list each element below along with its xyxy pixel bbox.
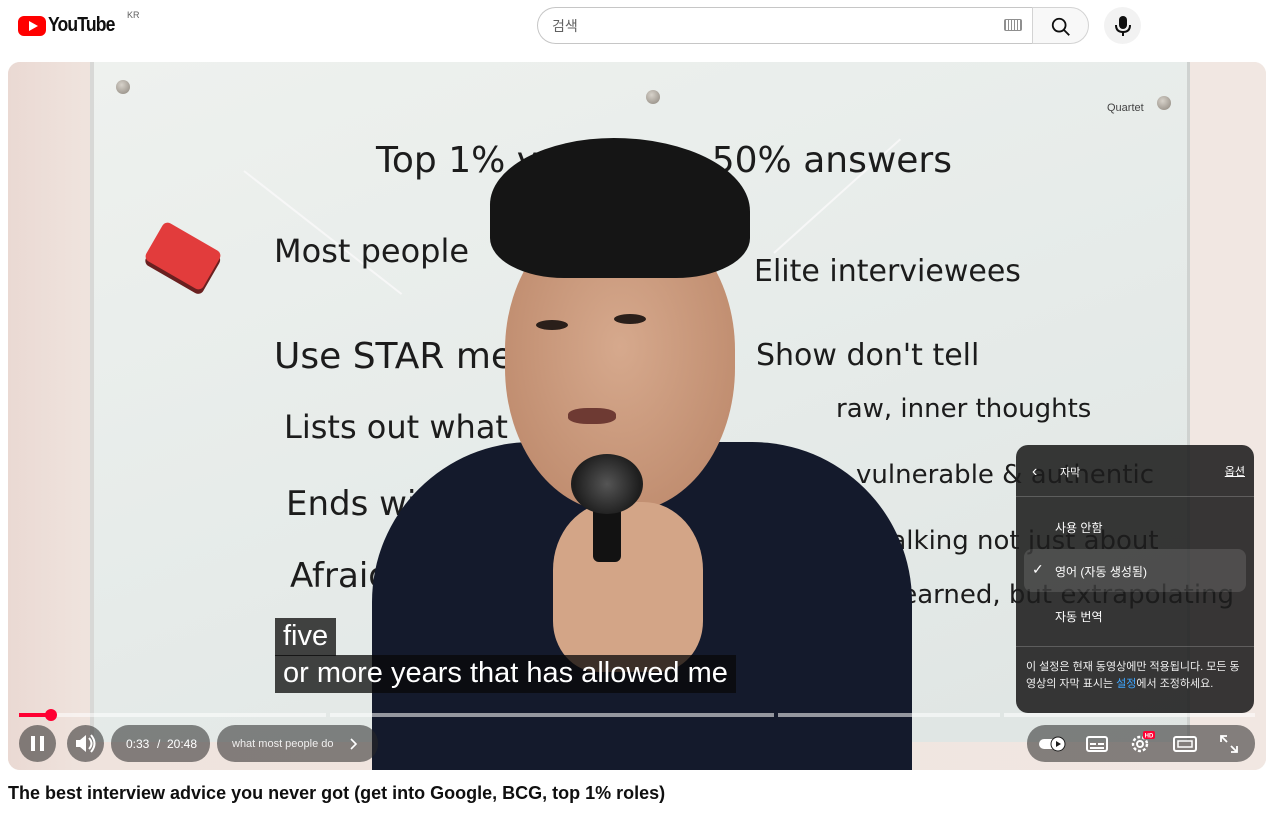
video-title: The best interview advice you never got …	[8, 783, 666, 803]
board-left-title: Most people	[274, 232, 470, 270]
panel-header: ‹ 자막 옵션	[1016, 445, 1254, 497]
pause-icon	[31, 736, 44, 751]
panel-title: 자막	[1060, 467, 1081, 479]
caption-line-1: five	[275, 618, 337, 656]
volume-button[interactable]	[67, 725, 104, 762]
board-pin	[116, 80, 130, 94]
settings-link[interactable]: 설정	[1116, 678, 1136, 690]
theater-mode-button[interactable]	[1173, 734, 1197, 759]
speaker-eye	[614, 314, 646, 324]
time-display: 0:33 / 20:48	[111, 725, 210, 762]
settings-button[interactable]: HD	[1129, 731, 1155, 760]
search-box	[537, 7, 1032, 44]
subtitle-option-label: 사용 안함	[1055, 521, 1103, 535]
options-link[interactable]: 옵션	[1225, 463, 1245, 479]
youtube-logo[interactable]: YouTube KR	[18, 10, 140, 37]
search-button[interactable]	[1032, 7, 1089, 44]
speaker-hand	[553, 502, 703, 672]
fullscreen-icon	[1220, 735, 1238, 753]
subtitle-option-label: 영어 (자동 생성됨)	[1055, 565, 1147, 579]
fullscreen-button[interactable]	[1219, 734, 1239, 759]
board-pin	[646, 90, 660, 104]
autoplay-icon	[1039, 736, 1066, 752]
board-pin	[1157, 96, 1171, 110]
speaker-hair	[490, 138, 750, 278]
checkmark-icon: ✓	[1032, 561, 1044, 577]
board-left-item: Use STAR me	[274, 336, 514, 377]
board-right-title: Elite interviewees	[754, 254, 1021, 289]
back-chevron-icon[interactable]: ‹	[1032, 463, 1037, 481]
search-input[interactable]	[552, 8, 992, 43]
speaker-eye	[536, 320, 568, 330]
search-icon	[1051, 17, 1070, 36]
board-right-item: raw, inner thoughts	[836, 394, 1092, 424]
subtitle-option-label: 자동 번역	[1055, 610, 1103, 624]
youtube-play-icon	[18, 15, 46, 36]
theater-mode-icon	[1173, 736, 1197, 752]
time-separator: /	[157, 737, 161, 751]
speaker-mouth	[568, 408, 616, 424]
country-code: KR	[127, 10, 140, 20]
microphone-windscreen	[571, 454, 643, 514]
chapter-title: what most people do	[232, 738, 334, 750]
right-controls: HD	[1027, 725, 1255, 762]
chevron-right-icon	[350, 738, 358, 750]
footer-text: 에서 조정하세요.	[1136, 678, 1214, 690]
keyboard-icon[interactable]	[1004, 19, 1022, 31]
progress-bar[interactable]	[19, 709, 1255, 721]
hd-badge: HD	[1145, 734, 1154, 740]
chapter-segment[interactable]	[778, 713, 1000, 717]
video-player[interactable]: Quartet Top 1% vs Bottom 50% answers Mos…	[8, 62, 1266, 770]
subtitles-button[interactable]	[1086, 734, 1108, 759]
panel-footer-note: 이 설정은 현재 동영상에만 적용됩니다. 모든 동영상의 자막 표시는 설정에…	[1016, 646, 1254, 693]
subtitles-settings-panel: ‹ 자막 옵션 사용 안함 ✓ 영어 (자동 생성됨) 자동 번역 이 설정은 …	[1016, 445, 1254, 713]
current-time: 0:33	[126, 737, 150, 751]
masthead: YouTube KR	[0, 0, 1280, 52]
progress-scrubber[interactable]	[45, 709, 57, 721]
autoplay-toggle[interactable]	[1039, 736, 1067, 757]
voice-search-button[interactable]	[1104, 7, 1141, 44]
pause-button[interactable]	[19, 725, 56, 762]
gear-icon: HD	[1131, 731, 1155, 753]
board-brand: Quartet	[1107, 102, 1144, 114]
microphone-icon	[1115, 16, 1131, 36]
chapter-segment[interactable]	[330, 713, 774, 717]
chapter-segment[interactable]	[19, 713, 326, 717]
caption-line-2: or more years that has allowed me	[275, 655, 736, 693]
chapter-segment[interactable]	[1004, 713, 1255, 717]
volume-icon	[76, 734, 96, 753]
subtitle-option-off[interactable]: 사용 안함	[1024, 505, 1246, 548]
subtitle-option-english-auto[interactable]: ✓ 영어 (자동 생성됨)	[1024, 549, 1246, 592]
subtitles-icon	[1086, 736, 1108, 752]
logo-text: YouTube	[48, 14, 115, 36]
chapter-button[interactable]: what most people do	[217, 725, 378, 762]
subtitle-option-auto-translate[interactable]: 자동 번역	[1024, 594, 1246, 637]
board-right-item: Show don't tell	[756, 338, 980, 373]
duration: 20:48	[167, 737, 198, 751]
